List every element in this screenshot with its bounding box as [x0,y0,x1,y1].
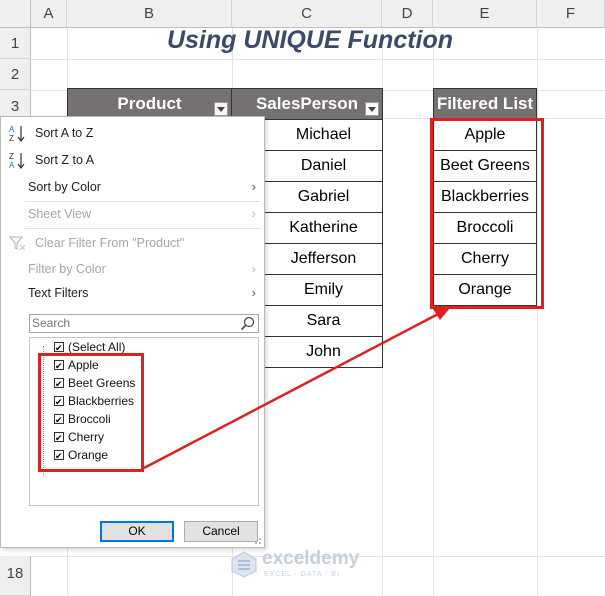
exceldemy-logo-icon [231,551,257,578]
watermark-tagline: EXCEL · DATA · BI [264,571,340,578]
connector-arrow [143,308,450,470]
watermark-brand: exceldemy [262,548,360,569]
exceldemy-watermark: exceldemy EXCEL · DATA · BI [230,548,380,582]
